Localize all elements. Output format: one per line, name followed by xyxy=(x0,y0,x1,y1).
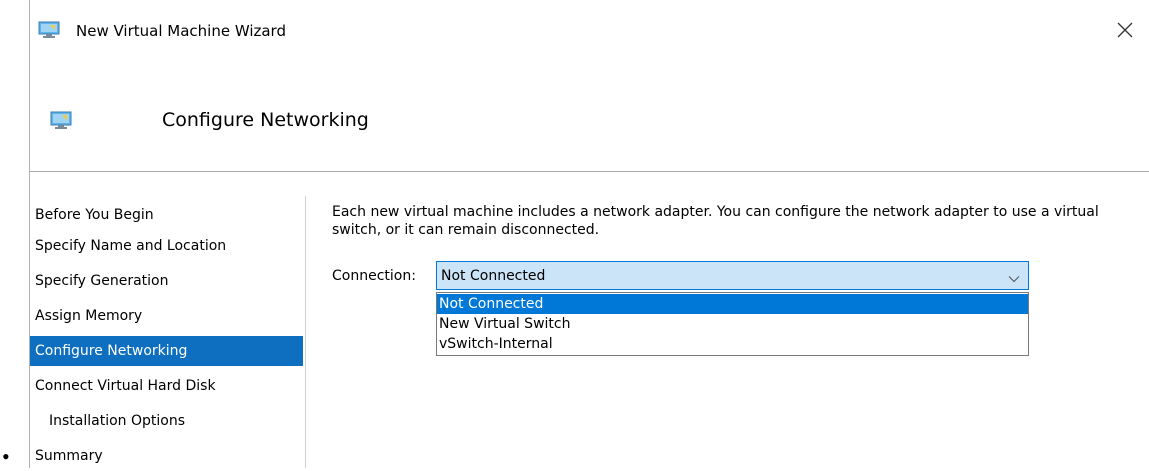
option-vswitch-internal[interactable]: vSwitch-Internal xyxy=(437,334,1028,354)
connection-label: Connection: xyxy=(332,268,416,284)
nav-item-specify-name-and-location[interactable]: Specify Name and Location xyxy=(30,231,303,261)
monitor-icon xyxy=(50,111,72,131)
description-text: Each new virtual machine includes a netw… xyxy=(332,204,1099,238)
window-title: New Virtual Machine Wizard xyxy=(76,22,286,40)
nav-item-installation-options[interactable]: Installation Options xyxy=(30,406,303,436)
monitor-icon xyxy=(38,21,60,39)
close-button[interactable] xyxy=(1111,16,1139,44)
main-content: Each new virtual machine includes a netw… xyxy=(332,203,1132,239)
connection-select[interactable]: Not Connected xyxy=(436,261,1029,290)
nav-item-summary[interactable]: Summary xyxy=(30,441,303,471)
nav-divider xyxy=(305,196,306,468)
nav-item-before-you-begin[interactable]: Before You Begin xyxy=(30,200,303,230)
chevron-down-icon xyxy=(1008,270,1020,283)
nav-item-configure-networking[interactable]: Configure Networking xyxy=(30,336,303,366)
wizard-window: New Virtual Machine Wizard Configure Net… xyxy=(29,0,1149,468)
page-title: Configure Networking xyxy=(162,109,369,131)
wizard-steps-nav: Before You Begin Specify Name and Locati… xyxy=(30,172,305,468)
page-header: Configure Networking xyxy=(30,66,1149,172)
connection-dropdown-list: Not Connected New Virtual Switch vSwitch… xyxy=(436,292,1029,356)
connection-select-value: Not Connected xyxy=(441,268,546,284)
nav-item-specify-generation[interactable]: Specify Generation xyxy=(30,266,303,296)
title-bar: New Virtual Machine Wizard xyxy=(30,0,1149,66)
list-bullet: • xyxy=(2,444,10,469)
option-not-connected[interactable]: Not Connected xyxy=(437,294,1028,314)
nav-item-assign-memory[interactable]: Assign Memory xyxy=(30,301,303,331)
nav-item-connect-virtual-hard-disk[interactable]: Connect Virtual Hard Disk xyxy=(30,371,303,401)
option-new-virtual-switch[interactable]: New Virtual Switch xyxy=(437,314,1028,334)
close-icon xyxy=(1117,22,1133,38)
